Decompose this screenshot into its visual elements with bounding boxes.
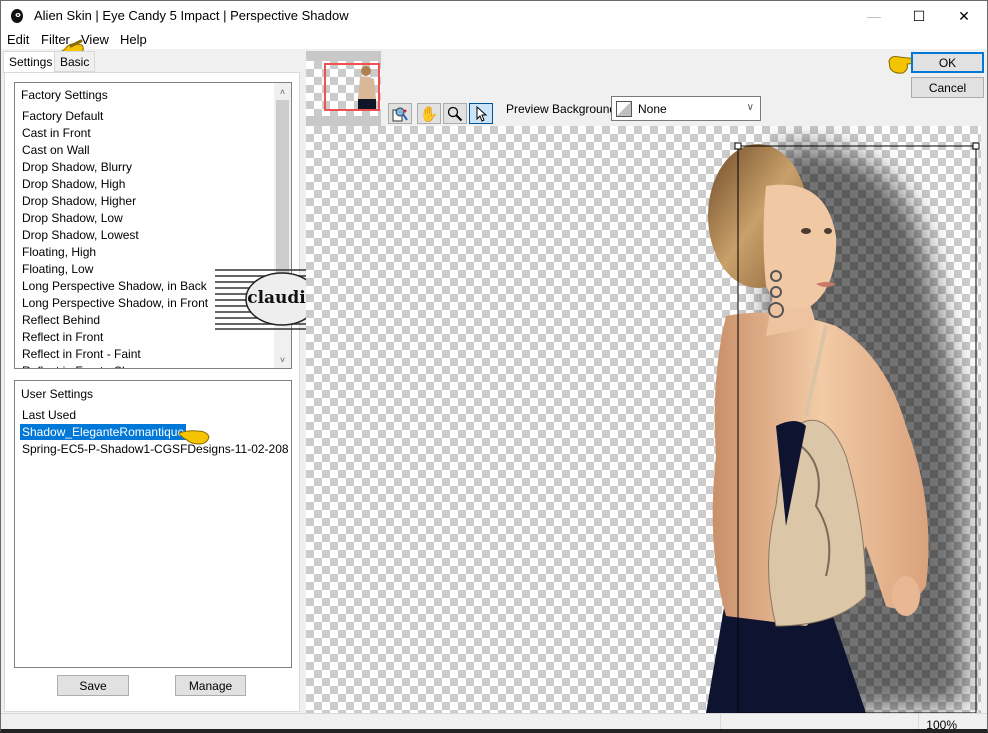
- scroll-down-icon[interactable]: ˅: [274, 351, 291, 368]
- preview-image: [706, 142, 980, 713]
- zoom-level: 100%: [926, 718, 957, 732]
- factory-setting-item[interactable]: Factory Default: [20, 108, 105, 124]
- zoom-tool-button[interactable]: [443, 103, 467, 124]
- navigator-thumbnail[interactable]: [306, 51, 381, 126]
- factory-setting-item[interactable]: Long Perspective Shadow, in Back: [20, 278, 209, 294]
- tab-basic-label: Basic: [60, 55, 90, 69]
- preview-background-label: Preview Background:: [506, 102, 620, 116]
- factory-setting-item[interactable]: Reflect in Front - Faint: [20, 346, 143, 362]
- tab-settings-label: Settings: [9, 55, 53, 69]
- menu-help[interactable]: Help: [120, 32, 147, 47]
- maximize-icon: ☐: [912, 7, 926, 24]
- minimize-button[interactable]: —: [851, 1, 897, 31]
- cancel-button-label: Cancel: [928, 80, 967, 95]
- manage-button-label: Manage: [188, 678, 233, 693]
- thumbnail-figure-image: [358, 66, 376, 109]
- factory-setting-item[interactable]: Reflect Behind: [20, 312, 102, 328]
- factory-setting-item[interactable]: Drop Shadow, High: [20, 176, 127, 192]
- user-setting-item[interactable]: Spring-EC5-P-Shadow1-CGSFDesigns-11-02-2…: [20, 441, 291, 457]
- cancel-button[interactable]: Cancel: [911, 77, 984, 98]
- user-settings-list[interactable]: User Settings Last Used Shadow_EleganteRo…: [14, 380, 292, 668]
- factory-setting-item[interactable]: Drop Shadow, Low: [20, 210, 125, 226]
- close-button[interactable]: ✕: [941, 1, 987, 31]
- thumbnail-viewport-rect[interactable]: [324, 63, 380, 111]
- status-divider: [720, 714, 721, 729]
- settings-panel: Factory Settings Factory Default Cast in …: [4, 72, 300, 712]
- factory-setting-item[interactable]: Drop Shadow, Lowest: [20, 227, 141, 243]
- pointing-hand-annotation-icon: [178, 430, 210, 445]
- preview-background-dropdown[interactable]: None ∨: [611, 96, 761, 121]
- close-icon: ✕: [958, 7, 970, 24]
- pointer-tool-button[interactable]: [469, 103, 493, 124]
- menu-bar: Edit Filter View Help: [1, 31, 987, 49]
- resize-handle-top-right[interactable]: [972, 142, 980, 150]
- status-bar: 100%: [1, 713, 987, 732]
- background-swatch-icon: [616, 101, 632, 117]
- chevron-down-icon: ∨: [746, 102, 754, 113]
- preview-canvas[interactable]: [306, 126, 981, 713]
- scroll-thumb[interactable]: [276, 100, 289, 280]
- app-window: Alien Skin | Eye Candy 5 Impact | Perspe…: [0, 0, 988, 733]
- ok-button[interactable]: OK: [911, 52, 984, 73]
- user-settings-header: User Settings: [21, 387, 94, 401]
- factory-setting-item[interactable]: Reflect in Front - Sharp: [20, 363, 148, 368]
- user-setting-item[interactable]: Shadow_EleganteRomantique: [20, 424, 187, 440]
- resize-handle-top-left[interactable]: [734, 142, 742, 150]
- scroll-up-icon[interactable]: ˄: [274, 83, 291, 100]
- status-divider: [918, 714, 919, 729]
- factory-setting-item[interactable]: Floating, Low: [20, 261, 95, 277]
- manage-button[interactable]: Manage: [175, 675, 246, 696]
- tab-basic[interactable]: Basic: [54, 51, 96, 72]
- preview-compare-button[interactable]: [388, 103, 412, 124]
- alien-skin-logo-icon: [11, 9, 23, 23]
- hand-tool-button[interactable]: ✋: [417, 103, 441, 124]
- factory-setting-item[interactable]: Long Perspective Shadow, in Front: [20, 295, 210, 311]
- preview-compare-icon: [392, 107, 408, 121]
- user-setting-item[interactable]: Last Used: [20, 407, 78, 423]
- title-bar: Alien Skin | Eye Candy 5 Impact | Perspe…: [1, 1, 987, 31]
- factory-setting-item[interactable]: Drop Shadow, Higher: [20, 193, 138, 209]
- factory-setting-item[interactable]: Cast in Front: [20, 125, 93, 141]
- tab-settings[interactable]: Settings: [3, 51, 59, 73]
- zoom-icon: [447, 106, 463, 121]
- factory-setting-item[interactable]: Reflect in Front: [20, 329, 105, 345]
- hand-icon: ✋: [419, 105, 439, 123]
- menu-view[interactable]: View: [81, 32, 109, 47]
- maximize-button[interactable]: ☐: [896, 1, 942, 31]
- factory-setting-item[interactable]: Floating, High: [20, 244, 98, 260]
- menu-edit[interactable]: Edit: [7, 32, 29, 47]
- save-button[interactable]: Save: [57, 675, 129, 696]
- factory-setting-item[interactable]: Drop Shadow, Blurry: [20, 159, 134, 175]
- window-title: Alien Skin | Eye Candy 5 Impact | Perspe…: [34, 8, 349, 23]
- minimize-icon: —: [867, 8, 881, 24]
- factory-setting-item[interactable]: Cast on Wall: [20, 142, 92, 158]
- ok-button-label: OK: [938, 55, 957, 70]
- preview-background-value: None: [638, 102, 667, 116]
- pointer-icon: [476, 105, 488, 122]
- factory-settings-header: Factory Settings: [21, 88, 108, 102]
- save-button-label: Save: [79, 678, 107, 693]
